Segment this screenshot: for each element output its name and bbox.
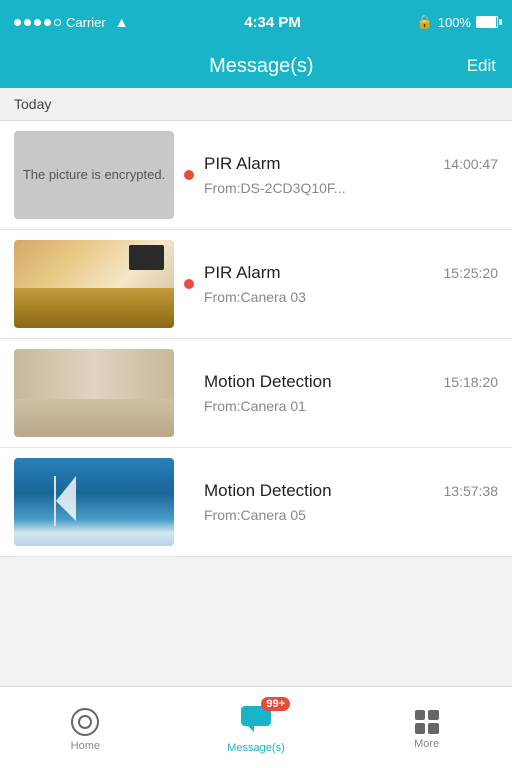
message-item[interactable]: Motion Detection 15:18:20 From:Canera 01 (0, 339, 512, 448)
tab-home-label: Home (71, 740, 100, 752)
status-right: 🔒 100% (417, 14, 498, 30)
read-spacer-3 (184, 388, 194, 398)
message-time-4: 13:57:38 (444, 483, 499, 499)
signal-dot-4 (44, 19, 51, 26)
tab-bar: Home 99+ Message(s) More (0, 686, 512, 768)
message-item[interactable]: Motion Detection 13:57:38 From:Canera 05 (0, 448, 512, 557)
message-content-3: Motion Detection 15:18:20 From:Canera 01 (204, 368, 498, 418)
message-from-1: From:DS-2CD3Q10F... (204, 180, 498, 196)
message-content-2: PIR Alarm 15:25:20 From:Canera 03 (204, 259, 498, 309)
tab-more[interactable]: More (341, 702, 512, 754)
message-from-3: From:Canera 01 (204, 398, 498, 414)
message-thumbnail-1: The picture is encrypted. (14, 131, 174, 219)
edit-button[interactable]: Edit (467, 56, 496, 76)
battery-icon (476, 16, 498, 28)
message-top-3: Motion Detection 15:18:20 (204, 372, 498, 392)
signal-dots (14, 19, 61, 26)
message-type-3: Motion Detection (204, 372, 332, 392)
message-thumbnail-4 (14, 458, 174, 546)
message-thumbnail-3 (14, 349, 174, 437)
grid-cell-4 (428, 723, 439, 734)
grid-cell-3 (415, 723, 426, 734)
status-time: 4:34 PM (244, 14, 301, 31)
signal-dot-1 (14, 19, 21, 26)
message-time-2: 15:25:20 (444, 265, 499, 281)
battery-percent: 100% (438, 15, 471, 30)
message-top-4: Motion Detection 13:57:38 (204, 481, 498, 501)
room-thumb (14, 349, 174, 437)
tab-messages-badge-wrap: 99+ (240, 705, 272, 738)
message-item[interactable]: The picture is encrypted. PIR Alarm 14:0… (0, 121, 512, 230)
carrier-label: Carrier (66, 15, 106, 30)
nav-bar: Message(s) Edit (0, 44, 512, 88)
message-content-4: Motion Detection 13:57:38 From:Canera 05 (204, 477, 498, 527)
message-top-2: PIR Alarm 15:25:20 (204, 263, 498, 283)
message-top-1: PIR Alarm 14:00:47 (204, 154, 498, 174)
more-grid-icon (415, 710, 439, 734)
sailboat-thumb (14, 458, 174, 546)
unread-indicator-1 (184, 170, 194, 180)
tab-more-label: More (414, 738, 439, 750)
section-header-today: Today (0, 88, 512, 121)
message-type-2: PIR Alarm (204, 263, 281, 283)
encrypted-placeholder: The picture is encrypted. (14, 131, 174, 219)
tab-messages[interactable]: 99+ Message(s) (171, 697, 342, 758)
message-item[interactable]: PIR Alarm 15:25:20 From:Canera 03 (0, 230, 512, 339)
nav-title: Message(s) (56, 55, 467, 78)
wifi-icon: ▲ (115, 14, 129, 30)
signal-dot-5 (54, 19, 61, 26)
unread-indicator-2 (184, 279, 194, 289)
messages-badge: 99+ (261, 697, 290, 711)
read-spacer-4 (184, 497, 194, 507)
grid-cell-1 (415, 710, 426, 721)
message-from-2: From:Canera 03 (204, 289, 498, 305)
status-bar: Carrier ▲ 4:34 PM 🔒 100% (0, 0, 512, 44)
tab-messages-label: Message(s) (227, 742, 284, 754)
message-content-1: PIR Alarm 14:00:47 From:DS-2CD3Q10F... (204, 150, 498, 200)
message-type-1: PIR Alarm (204, 154, 281, 174)
message-type-4: Motion Detection (204, 481, 332, 501)
home-icon (71, 708, 99, 736)
grid-cell-2 (428, 710, 439, 721)
tab-home[interactable]: Home (0, 700, 171, 756)
signal-dot-3 (34, 19, 41, 26)
messages-list: The picture is encrypted. PIR Alarm 14:0… (0, 121, 512, 557)
living-room-thumb (14, 240, 174, 328)
message-thumbnail-2 (14, 240, 174, 328)
message-from-4: From:Canera 05 (204, 507, 498, 523)
status-left: Carrier ▲ (14, 14, 129, 30)
message-time-3: 15:18:20 (444, 374, 499, 390)
signal-dot-2 (24, 19, 31, 26)
message-time-1: 14:00:47 (444, 156, 499, 172)
lock-icon: 🔒 (417, 14, 433, 30)
